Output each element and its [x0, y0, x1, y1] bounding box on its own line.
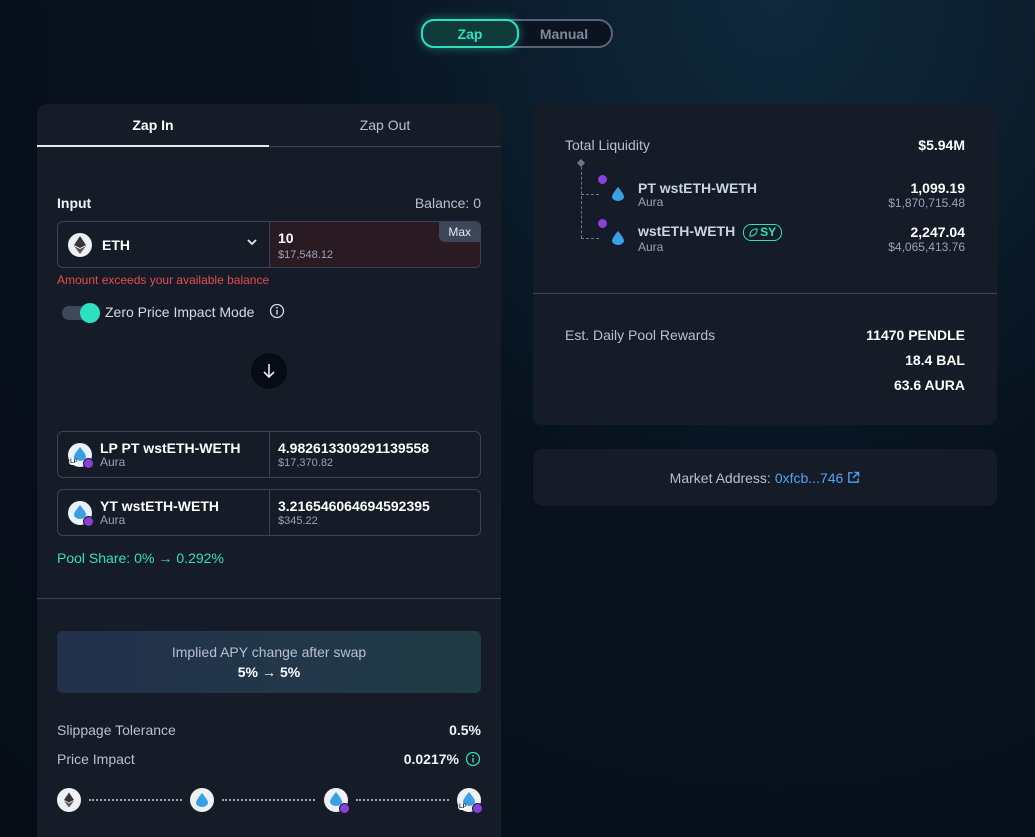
asset-name: PT wstETH-WETH — [638, 180, 757, 196]
market-address-link[interactable]: 0xfcb...746 — [775, 470, 844, 486]
tree-line — [581, 238, 599, 239]
asset-name: wstETH-WETH SY — [638, 223, 783, 241]
route-wsteth-icon — [190, 788, 214, 812]
price-impact-label: Price Impact — [57, 751, 135, 767]
toggle-knob — [80, 303, 100, 323]
asset-row: PT wstETH-WETH Aura — [638, 180, 757, 209]
apy-change-box: Implied APY change after swap 5% → 5% — [57, 631, 481, 693]
output-sub: Aura — [100, 513, 126, 527]
pool-info-panel: Total Liquidity $5.94M PT wstETH-WETH Au… — [533, 104, 997, 425]
tree-line — [581, 167, 582, 238]
asset-values: 2,247.04 $4,065,413.76 — [888, 224, 965, 254]
sy-badge: SY — [743, 223, 783, 241]
divider — [533, 293, 997, 294]
pool-share-label: Pool Share: — [57, 550, 131, 566]
tab-zap-in[interactable]: Zap In — [37, 104, 269, 147]
arrow-right-icon: → — [158, 550, 173, 566]
output-amount: 3.216546064694592395 — [278, 498, 430, 514]
market-address-label: Market Address: — [669, 469, 771, 486]
tree-root-icon — [577, 159, 585, 167]
route-line — [222, 799, 315, 801]
total-liquidity-label: Total Liquidity — [565, 137, 650, 153]
info-icon[interactable] — [269, 303, 285, 319]
route-line — [89, 799, 182, 801]
chevron-down-icon — [247, 239, 257, 246]
output-token: LP LP PT wstETH-WETH Aura — [58, 432, 270, 477]
asset-values: 1,099.19 $1,870,715.48 — [888, 180, 965, 210]
external-link-icon[interactable] — [847, 471, 860, 484]
asset-amount: 1,099.19 — [910, 180, 966, 196]
output-sub: Aura — [100, 455, 126, 469]
arrow-right-icon: → — [262, 664, 276, 680]
reward-bal: 18.4 BAL — [905, 352, 965, 368]
swap-direction-button[interactable] — [251, 353, 287, 389]
market-address-card: Market Address: 0xfcb...746 — [533, 449, 997, 506]
divider — [37, 598, 501, 599]
wsteth-icon: LP — [68, 442, 94, 469]
output-token: YT wstETH-WETH Aura — [58, 490, 270, 535]
zap-panel: Zap In Zap Out Input Balance: 0 ETH $17,… — [37, 104, 501, 837]
tree-line — [581, 194, 599, 195]
zap-tabs: Zap In Zap Out — [37, 104, 501, 147]
arrow-down-icon — [263, 364, 275, 379]
output-amount-cell: 3.216546064694592395 $345.22 — [270, 490, 480, 535]
output-amount-cell: 4.982613309291139558 $17,370.82 — [270, 432, 480, 477]
input-box: ETH $17,548.12 Max — [57, 221, 481, 268]
tab-zap-out[interactable]: Zap Out — [269, 104, 501, 146]
balance-text: Balance: 0 — [414, 195, 481, 211]
apy-title: Implied APY change after swap — [171, 644, 367, 660]
input-label: Input — [57, 195, 92, 211]
asset-amount: 2,247.04 — [910, 224, 966, 240]
output-usd: $345.22 — [278, 515, 318, 527]
slippage-value[interactable]: 0.5% — [449, 722, 481, 738]
asset-sub: Aura — [638, 195, 664, 209]
slippage-label: Slippage Tolerance — [57, 722, 176, 738]
apy-change: 5% → 5% — [238, 664, 300, 680]
eth-icon — [68, 232, 92, 257]
token-symbol: ETH — [102, 236, 130, 253]
route-lp-icon: LP — [457, 788, 483, 814]
output-name: LP PT wstETH-WETH — [100, 440, 241, 456]
amount-input[interactable] — [278, 230, 418, 246]
asset-row: wstETH-WETH SY Aura — [638, 223, 783, 254]
output-usd: $17,370.82 — [278, 457, 334, 469]
amount-field: $17,548.12 Max — [270, 222, 480, 267]
output-row: LP LP PT wstETH-WETH Aura 4.982613309291… — [57, 431, 481, 478]
error-message: Amount exceeds your available balance — [57, 273, 270, 287]
wsteth-icon — [68, 500, 94, 527]
total-liquidity-value: $5.94M — [918, 137, 965, 153]
route-pt-icon — [324, 788, 350, 814]
token-select[interactable]: ETH — [58, 222, 270, 267]
apy-from: 5% — [237, 664, 258, 680]
info-icon[interactable] — [465, 751, 481, 767]
asset-usd: $1,870,715.48 — [888, 196, 965, 210]
max-button[interactable]: Max — [439, 222, 480, 242]
amount-usd: $17,548.12 — [278, 249, 334, 261]
manual-mode-button[interactable]: Manual — [517, 21, 611, 46]
leaf-icon — [749, 228, 758, 237]
apy-to: 5% — [280, 664, 301, 680]
output-amount: 4.982613309291139558 — [278, 440, 430, 456]
reward-aura: 63.6 AURA — [893, 377, 965, 393]
output-row: YT wstETH-WETH Aura 3.216546064694592395… — [57, 489, 481, 536]
pool-share-to: 0.292% — [176, 550, 224, 566]
zero-price-impact-toggle[interactable] — [62, 303, 100, 323]
mode-toggle: Zap Manual — [421, 19, 613, 48]
price-impact-value: 0.0217% — [403, 751, 459, 767]
asset-usd: $4,065,413.76 — [888, 240, 965, 254]
route-eth-icon — [57, 788, 81, 812]
rewards-label: Est. Daily Pool Rewards — [565, 327, 716, 343]
zap-mode-button[interactable]: Zap — [421, 19, 519, 48]
pool-share-from: 0% — [134, 550, 155, 566]
output-name: YT wstETH-WETH — [100, 498, 219, 514]
pool-share: Pool Share: 0% → 0.292% — [57, 550, 224, 566]
reward-pendle: 11470 PENDLE — [866, 327, 965, 343]
route-line — [356, 799, 449, 801]
asset-sub: Aura — [638, 239, 664, 254]
zero-price-impact-label: Zero Price Impact Mode — [105, 304, 255, 320]
